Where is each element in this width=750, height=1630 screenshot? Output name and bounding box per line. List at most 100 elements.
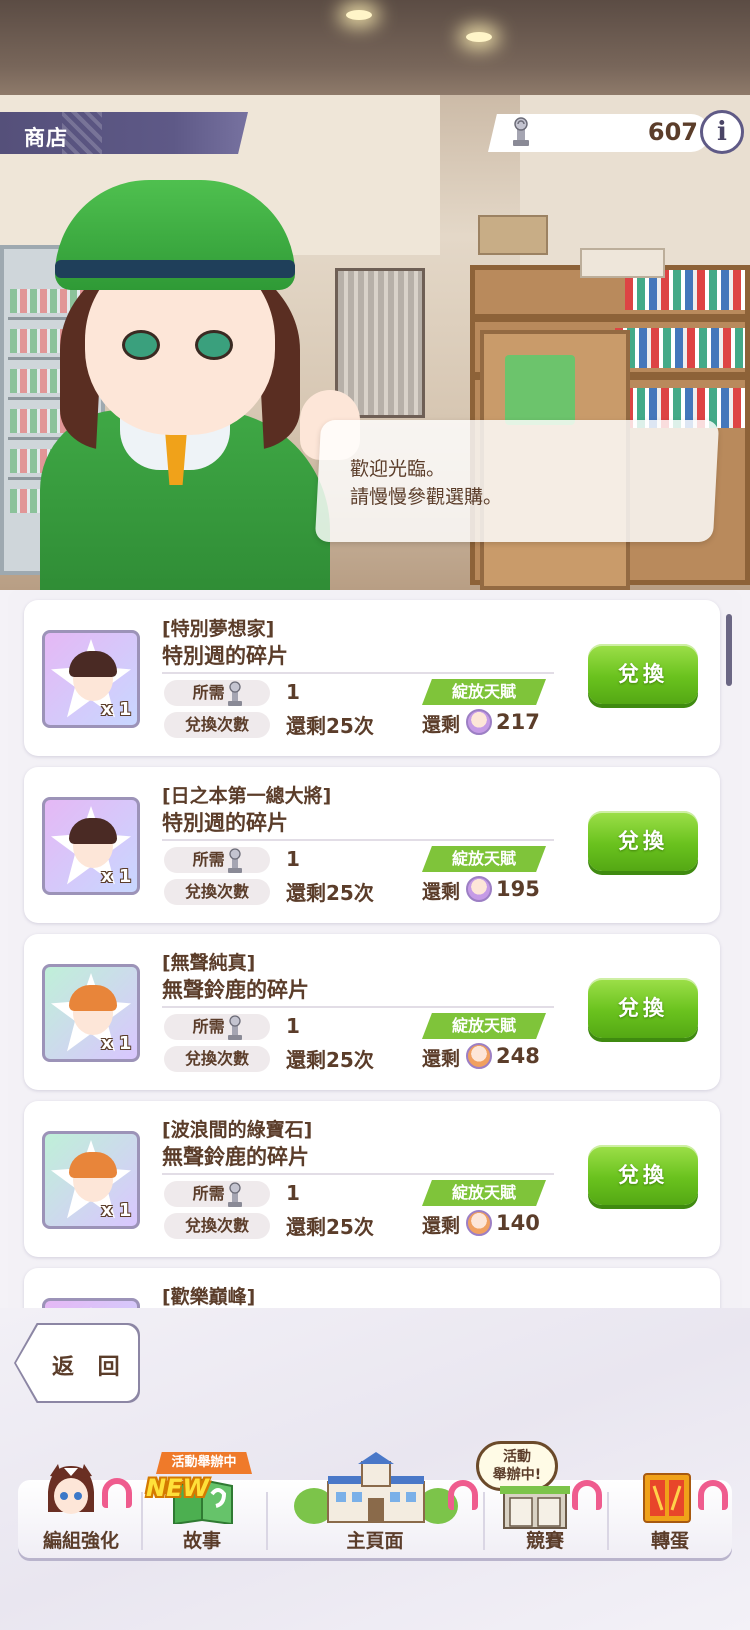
horseshoe-badge-icon	[572, 1480, 602, 1510]
horseshoe-statue-icon	[228, 1182, 242, 1207]
required-label: 所需	[164, 680, 270, 706]
tab-label: 競賽	[525, 1530, 564, 1552]
divider	[162, 1006, 554, 1008]
character-piece-icon	[466, 876, 492, 902]
tab-label: 編組強化	[42, 1530, 119, 1552]
horseshoe-statue-icon	[228, 848, 242, 873]
item-list[interactable]: x 1 [特別夢想家] 特別週的碎片 所需 1 兌換次數 還剩25次 綻放天賦 …	[8, 590, 742, 1308]
item-thumbnail: x 1	[42, 1131, 140, 1229]
ceiling-light	[346, 10, 372, 20]
item-subtitle: [無聲純真]	[162, 952, 256, 974]
required-label: 所需	[164, 1014, 270, 1040]
item-subtitle: [特別夢想家]	[162, 618, 275, 640]
shop-sign	[505, 355, 575, 425]
required-amount: 1	[286, 1181, 300, 1205]
character-piece-icon	[466, 709, 492, 735]
item-quantity: x 1	[101, 699, 132, 720]
exchange-count-label: 兌換次數	[164, 1213, 270, 1239]
stock-value: 195	[496, 877, 540, 901]
tab-label: 轉蛋	[650, 1530, 689, 1552]
tab-separator	[266, 1492, 268, 1550]
item-subtitle: [波浪間的綠寶石]	[162, 1119, 313, 1141]
list-scrollbar[interactable]	[726, 614, 732, 686]
horseshoe-badge-icon	[448, 1480, 478, 1510]
stock-value: 248	[496, 1044, 540, 1068]
new-badge: NEW	[146, 1474, 209, 1502]
divider	[162, 839, 554, 841]
horseshoe-statue-icon	[228, 681, 242, 706]
dialog-line: 請慢慢參觀選購。	[350, 486, 503, 508]
horseshoe-statue-icon	[513, 117, 529, 146]
page-title: 商店	[24, 126, 68, 150]
item-thumbnail: x 1	[42, 797, 140, 895]
shop-item-card: x 1 [波浪間的綠寶石] 無聲鈴鹿的碎片 所需 1 兌換次數 還剩25次 綻放…	[24, 1101, 720, 1257]
ceiling-light	[466, 32, 492, 42]
exchange-remaining: 還剩25次	[286, 714, 374, 738]
shop-item-card: [歡樂巔峰]	[24, 1268, 720, 1308]
character-portrait-icon	[48, 1464, 94, 1514]
stock-label: 還剩	[422, 881, 461, 903]
exchange-count-label: 兌換次數	[164, 712, 270, 738]
event-ongoing-bubble: 活動 舉辦中!	[476, 1441, 558, 1491]
exchange-count-label: 兌換次數	[164, 1046, 270, 1072]
event-ongoing-badge: 活動舉辦中	[156, 1452, 252, 1474]
exchange-button[interactable]: 兌換	[588, 644, 698, 704]
exchange-remaining: 還剩25次	[286, 1215, 374, 1239]
required-amount: 1	[286, 1014, 300, 1038]
tab-label: 主頁面	[346, 1530, 404, 1552]
item-name: 無聲鈴鹿的碎片	[162, 1145, 309, 1169]
cardboard-box	[580, 248, 665, 278]
academy-building-icon	[294, 1452, 458, 1524]
required-amount: 1	[286, 847, 300, 871]
item-quantity: x 1	[101, 866, 132, 887]
stock-value: 217	[496, 710, 540, 734]
divider	[162, 1173, 554, 1175]
bubble-line: 活動	[503, 1449, 531, 1465]
bloom-talent-tag: 綻放天賦	[422, 679, 546, 705]
ceiling	[0, 0, 750, 95]
required-label: 所需	[164, 1181, 270, 1207]
item-subtitle: [日之本第一總大將]	[162, 785, 332, 807]
bloom-talent-tag: 綻放天賦	[422, 846, 546, 872]
item-quantity: x 1	[101, 1200, 132, 1221]
shop-item-card: x 1 [日之本第一總大將] 特別週的碎片 所需 1 兌換次數 還剩25次 綻放…	[24, 767, 720, 923]
back-button-label[interactable]: 返 回	[52, 1349, 128, 1381]
shop-item-card: x 1 [無聲純真] 無聲鈴鹿的碎片 所需 1 兌換次數 還剩25次 綻放天賦 …	[24, 934, 720, 1090]
horseshoe-badge-icon	[102, 1478, 132, 1508]
bloom-talent-tag: 綻放天賦	[422, 1180, 546, 1206]
exchange-button[interactable]: 兌換	[588, 1145, 698, 1205]
item-name: 無聲鈴鹿的碎片	[162, 978, 309, 1002]
stock-label: 還剩	[422, 1215, 461, 1237]
character-piece-icon	[466, 1043, 492, 1069]
bubble-line: 舉辦中!	[492, 1467, 542, 1483]
exchange-button[interactable]: 兌換	[588, 811, 698, 871]
item-subtitle: [歡樂巔峰]	[162, 1286, 256, 1308]
dialog-line: 歡迎光臨。	[350, 458, 446, 480]
tab-separator	[483, 1492, 485, 1550]
required-label: 所需	[164, 847, 270, 873]
exchange-button[interactable]: 兌換	[588, 978, 698, 1038]
exchange-remaining: 還剩25次	[286, 1048, 374, 1072]
tab-separator	[141, 1492, 143, 1550]
cardboard-box	[478, 215, 548, 255]
horseshoe-badge-icon	[698, 1480, 728, 1510]
info-button[interactable]: i	[700, 110, 744, 154]
item-name: 特別週的碎片	[162, 644, 288, 668]
tab-label: 故事	[182, 1530, 221, 1552]
item-thumbnail: x 1	[42, 630, 140, 728]
horseshoe-statue-icon	[228, 1015, 242, 1040]
gacha-door-icon	[643, 1473, 691, 1523]
shop-item-card: x 1 [特別夢想家] 特別週的碎片 所需 1 兌換次數 還剩25次 綻放天賦 …	[24, 600, 720, 756]
race-gate-icon	[500, 1486, 570, 1529]
divider	[162, 672, 554, 674]
item-quantity: x 1	[101, 1033, 132, 1054]
character-piece-icon	[466, 1210, 492, 1236]
currency-value: 607	[647, 118, 698, 146]
exchange-count-label: 兌換次數	[164, 879, 270, 905]
stock-label: 還剩	[422, 714, 461, 736]
stock-label: 還剩	[422, 1048, 461, 1070]
item-thumbnail: x 1	[42, 964, 140, 1062]
item-name: 特別週的碎片	[162, 811, 288, 835]
required-amount: 1	[286, 680, 300, 704]
item-thumbnail	[42, 1298, 140, 1308]
